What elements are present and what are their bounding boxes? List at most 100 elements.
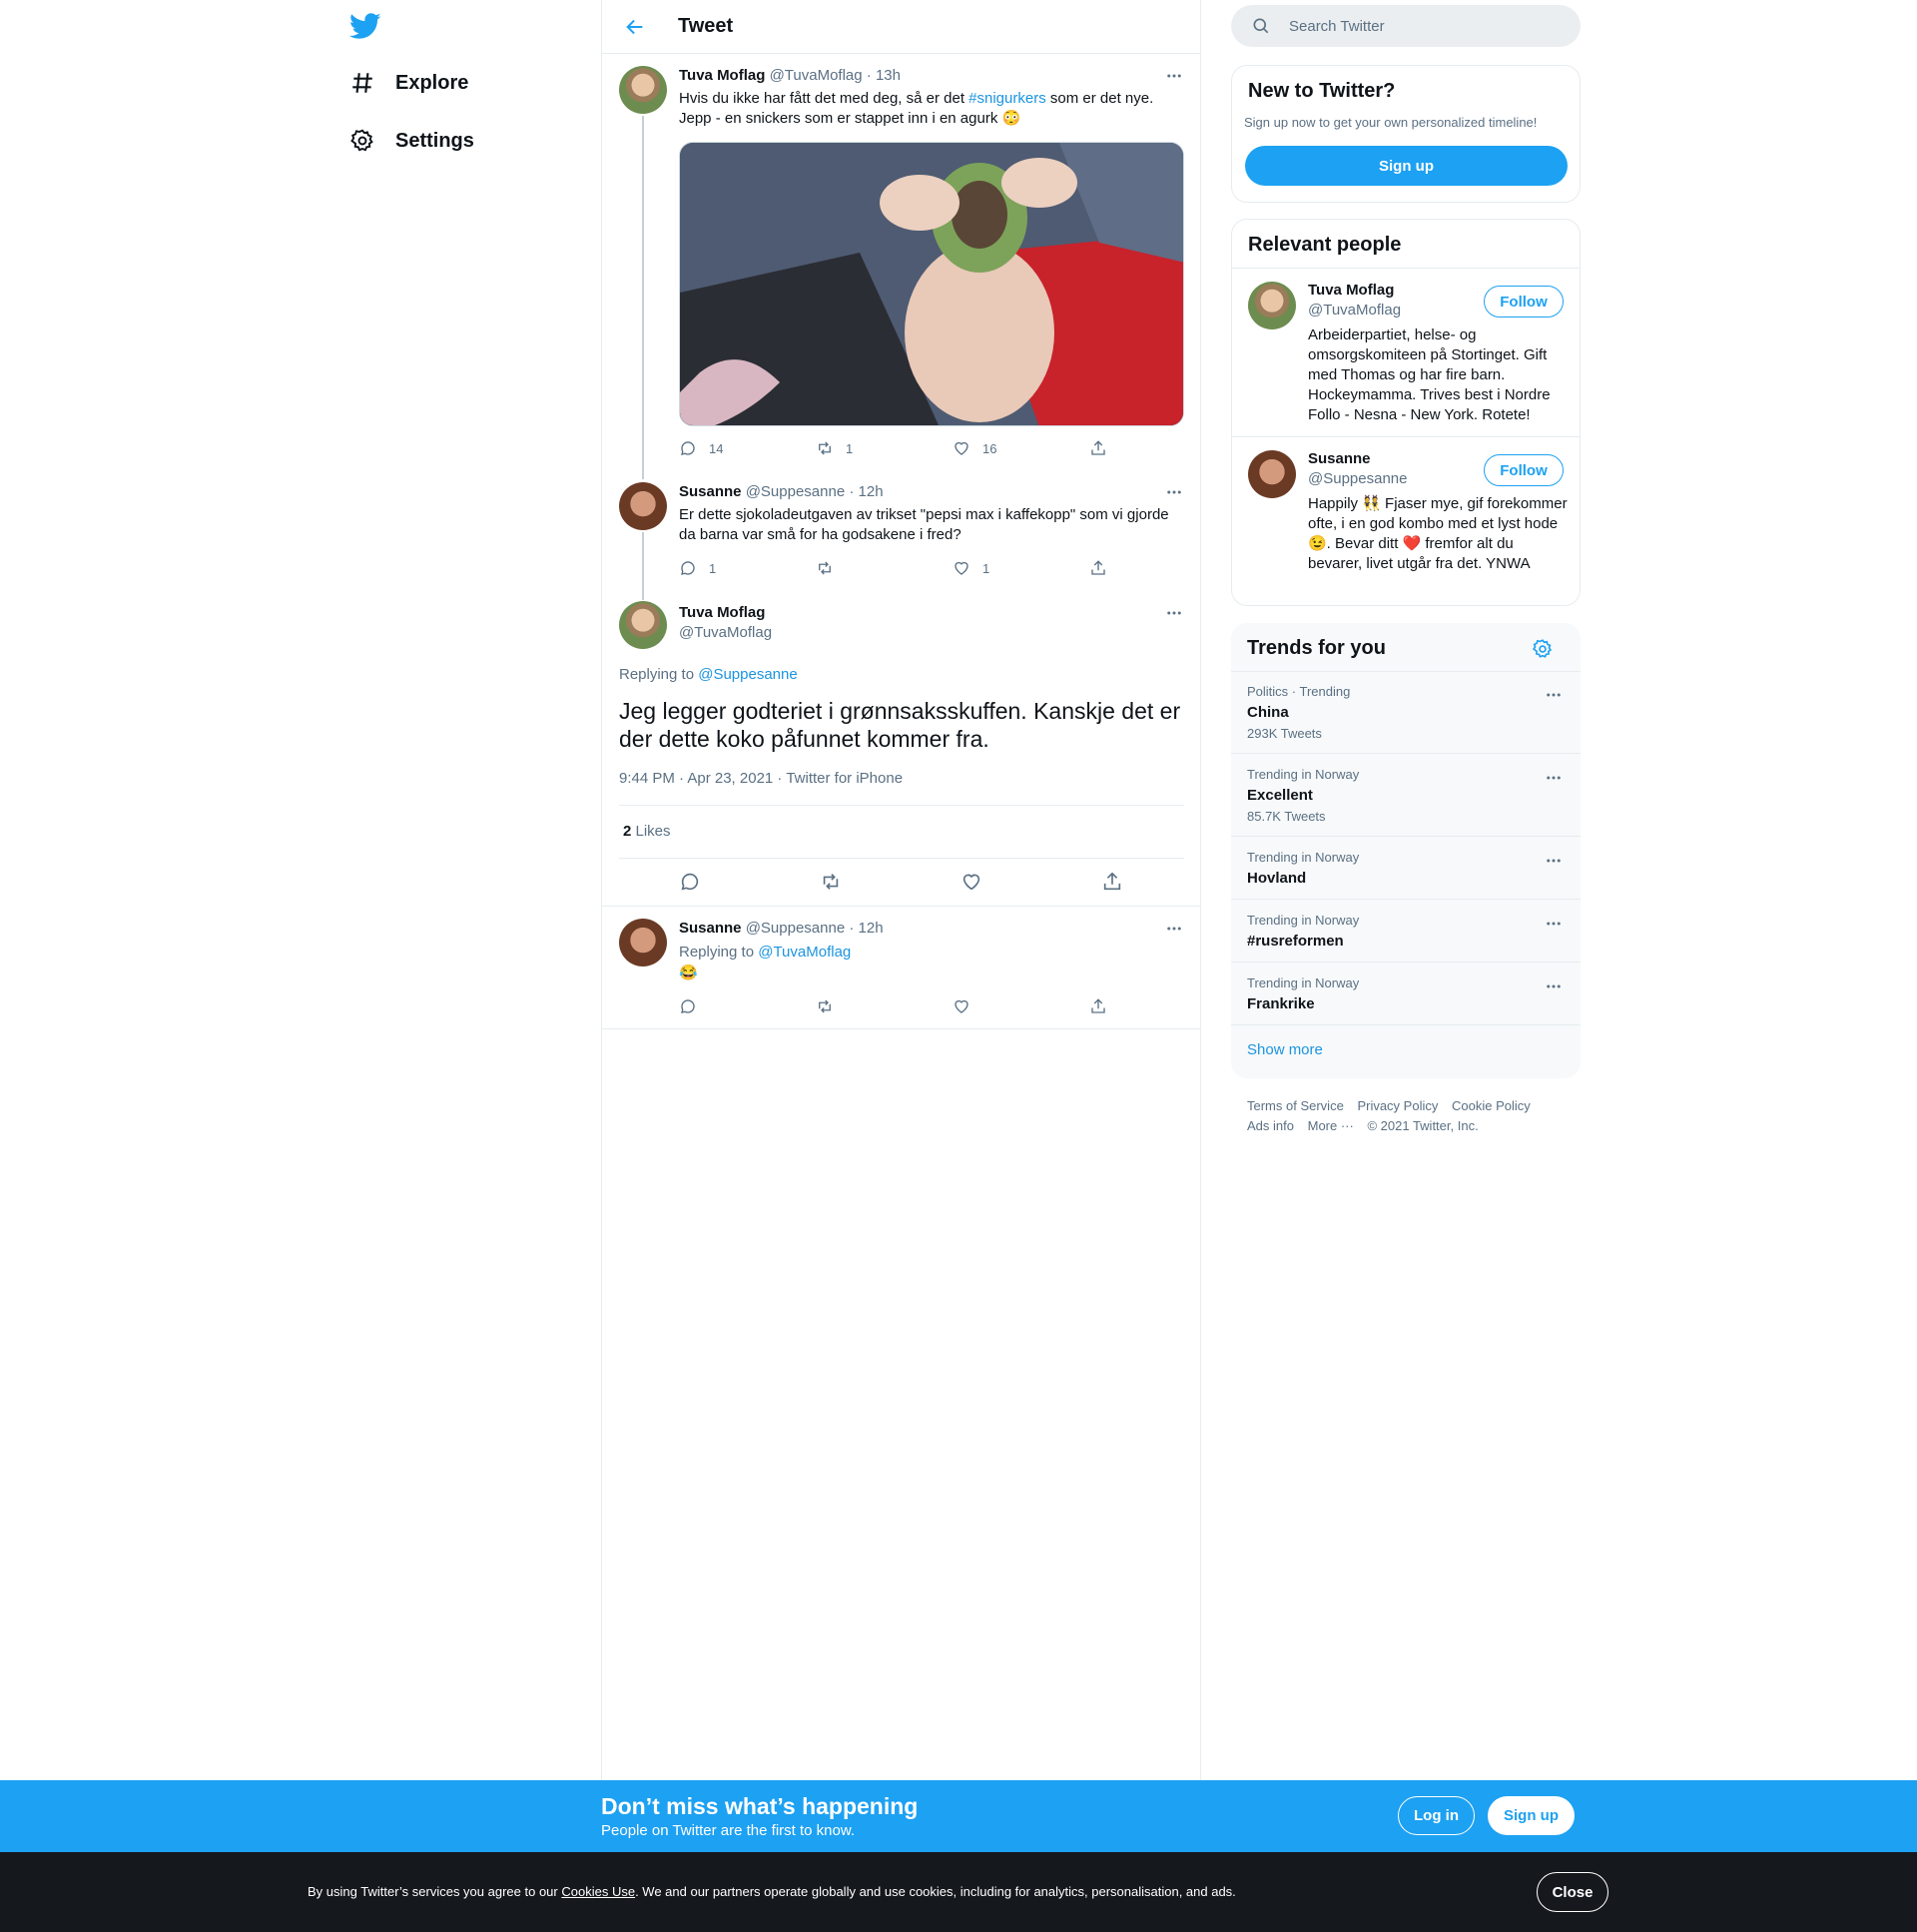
nav-explore[interactable]: Explore [349, 58, 468, 108]
retweet-icon [819, 561, 831, 575]
log-in-button[interactable]: Log in [1398, 1796, 1475, 1835]
footer-link[interactable]: More ··· [1308, 1118, 1354, 1133]
retweet-button[interactable]: 1 [816, 439, 953, 457]
back-arrow-icon[interactable] [624, 16, 646, 38]
replying-to: Replying to @TuvaMoflag [679, 944, 851, 961]
divider [1232, 436, 1580, 437]
heart-icon [955, 441, 968, 455]
more-icon[interactable] [1545, 686, 1563, 704]
author-name[interactable]: Tuva Moflag [679, 604, 765, 621]
tweet-meta: Tuva Moflag @TuvaMoflag · 13h [679, 67, 901, 84]
person-name[interactable]: Tuva Moflag [1308, 282, 1394, 299]
reply-button[interactable]: 1 [679, 559, 816, 577]
sign-up-button[interactable]: Sign up [1488, 1796, 1575, 1835]
share-button[interactable] [1101, 871, 1161, 893]
replying-to-link[interactable]: @TuvaMoflag [758, 944, 851, 961]
more-icon[interactable] [1165, 483, 1183, 501]
replying-to-link[interactable]: @Suppesanne [698, 666, 797, 683]
twitter-bird-icon[interactable] [348, 10, 385, 42]
share-button[interactable] [1089, 997, 1226, 1015]
person-handle[interactable]: @TuvaMoflag [1308, 302, 1401, 319]
more-icon[interactable] [1545, 977, 1563, 995]
like-count: 16 [982, 440, 997, 456]
trend-item[interactable]: Trending in Norway Hovland [1231, 838, 1581, 900]
footer-link[interactable]: Privacy Policy [1357, 1098, 1438, 1113]
like-button[interactable] [960, 871, 1101, 893]
search-input[interactable] [1289, 17, 1549, 35]
author-handle[interactable]: @Suppesanne [746, 920, 845, 937]
nav-settings[interactable]: Settings [349, 116, 474, 166]
retweet-button[interactable] [816, 997, 953, 1015]
like-button[interactable] [953, 997, 1089, 1015]
person-bio: Happily 👯 Fjaser mye, gif forekommer oft… [1308, 495, 1568, 572]
like-button[interactable]: 16 [953, 439, 1089, 457]
tweet-timestamp[interactable]: 9:44 PM · Apr 23, 2021 · Twitter for iPh… [619, 770, 903, 787]
trend-item[interactable]: Politics · Trending China 293K Tweets [1231, 672, 1581, 754]
retweet-icon [823, 874, 839, 890]
retweet-button[interactable] [816, 559, 953, 577]
author-handle[interactable]: @Suppesanne [746, 483, 845, 500]
avatar[interactable] [619, 482, 667, 530]
tweet-time[interactable]: · 12h [849, 920, 883, 937]
avatar[interactable] [1248, 282, 1296, 329]
avatar[interactable] [619, 601, 667, 649]
author-name[interactable]: Tuva Moflag [679, 67, 765, 84]
replying-prefix: Replying to [679, 944, 759, 961]
follow-button[interactable]: Follow [1484, 286, 1564, 318]
trend-context: Trending in Norway [1247, 767, 1360, 782]
cookie-text-part: By using Twitter’s services you agree to… [308, 1884, 562, 1899]
more-icon[interactable] [1165, 67, 1183, 85]
footer-link[interactable]: Terms of Service [1247, 1098, 1344, 1113]
gear-icon[interactable] [1532, 638, 1554, 660]
more-icon[interactable] [1545, 915, 1563, 933]
share-button[interactable] [1089, 439, 1226, 457]
cookies-use-link[interactable]: Cookies Use [561, 1884, 635, 1899]
show-more-link[interactable]: Show more [1247, 1041, 1323, 1058]
reply-button[interactable] [679, 997, 816, 1015]
reply-button[interactable]: 14 [679, 439, 816, 457]
close-button[interactable]: Close [1537, 1872, 1608, 1912]
search-bar[interactable] [1231, 5, 1581, 47]
avatar[interactable] [619, 66, 667, 114]
more-icon[interactable] [1545, 769, 1563, 787]
likes-stat[interactable]: 2 Likes [623, 823, 671, 840]
retweet-button[interactable] [820, 871, 960, 893]
more-icon[interactable] [1165, 920, 1183, 938]
tweet-time[interactable]: · 13h [867, 67, 901, 84]
reply-button[interactable] [679, 871, 820, 893]
person-name[interactable]: Susanne [1308, 450, 1371, 467]
tweet-time[interactable]: · 12h [849, 483, 883, 500]
card-subtitle: Sign up now to get your own personalized… [1244, 115, 1538, 130]
author-handle[interactable]: @TuvaMoflag [679, 624, 772, 641]
retweet-icon [819, 441, 831, 455]
heart-icon [962, 874, 980, 891]
banner-subtitle: People on Twitter are the first to know. [601, 1822, 856, 1839]
sign-up-button[interactable]: Sign up [1245, 146, 1568, 186]
cookie-text-part: . We and our partners operate globally a… [635, 1884, 1236, 1899]
retweet-icon [819, 999, 831, 1013]
main-tweet-text: Jeg legger godteriet i grønnsaksskuffen.… [619, 698, 1181, 752]
person-handle[interactable]: @Suppesanne [1308, 470, 1407, 487]
share-icon [1103, 872, 1121, 891]
footer-link[interactable]: Ads info [1247, 1118, 1294, 1133]
card-title: Trends for you [1247, 637, 1386, 659]
author-name[interactable]: Susanne [679, 483, 742, 500]
hashtag-link[interactable]: #snigurkers [968, 90, 1046, 107]
more-icon[interactable] [1165, 604, 1183, 622]
trend-item[interactable]: Trending in Norway #rusreformen [1231, 901, 1581, 963]
avatar[interactable] [1248, 450, 1296, 498]
trend-context: Politics · Trending [1247, 684, 1351, 699]
more-icon[interactable] [1545, 852, 1563, 870]
follow-button[interactable]: Follow [1484, 454, 1564, 486]
tweet-media-image[interactable] [679, 142, 1184, 426]
like-button[interactable]: 1 [953, 559, 1089, 577]
page-title: Tweet [678, 15, 734, 37]
trend-item[interactable]: Trending in Norway Excellent 85.7K Tweet… [1231, 755, 1581, 837]
footer-link[interactable]: Cookie Policy [1452, 1098, 1531, 1113]
share-button[interactable] [1089, 559, 1226, 577]
author-handle[interactable]: @TuvaMoflag [770, 67, 863, 84]
trend-item[interactable]: Trending in Norway Frankrike [1231, 964, 1581, 1025]
trend-name: China [1247, 704, 1289, 721]
author-name[interactable]: Susanne [679, 920, 742, 937]
avatar[interactable] [619, 919, 667, 966]
